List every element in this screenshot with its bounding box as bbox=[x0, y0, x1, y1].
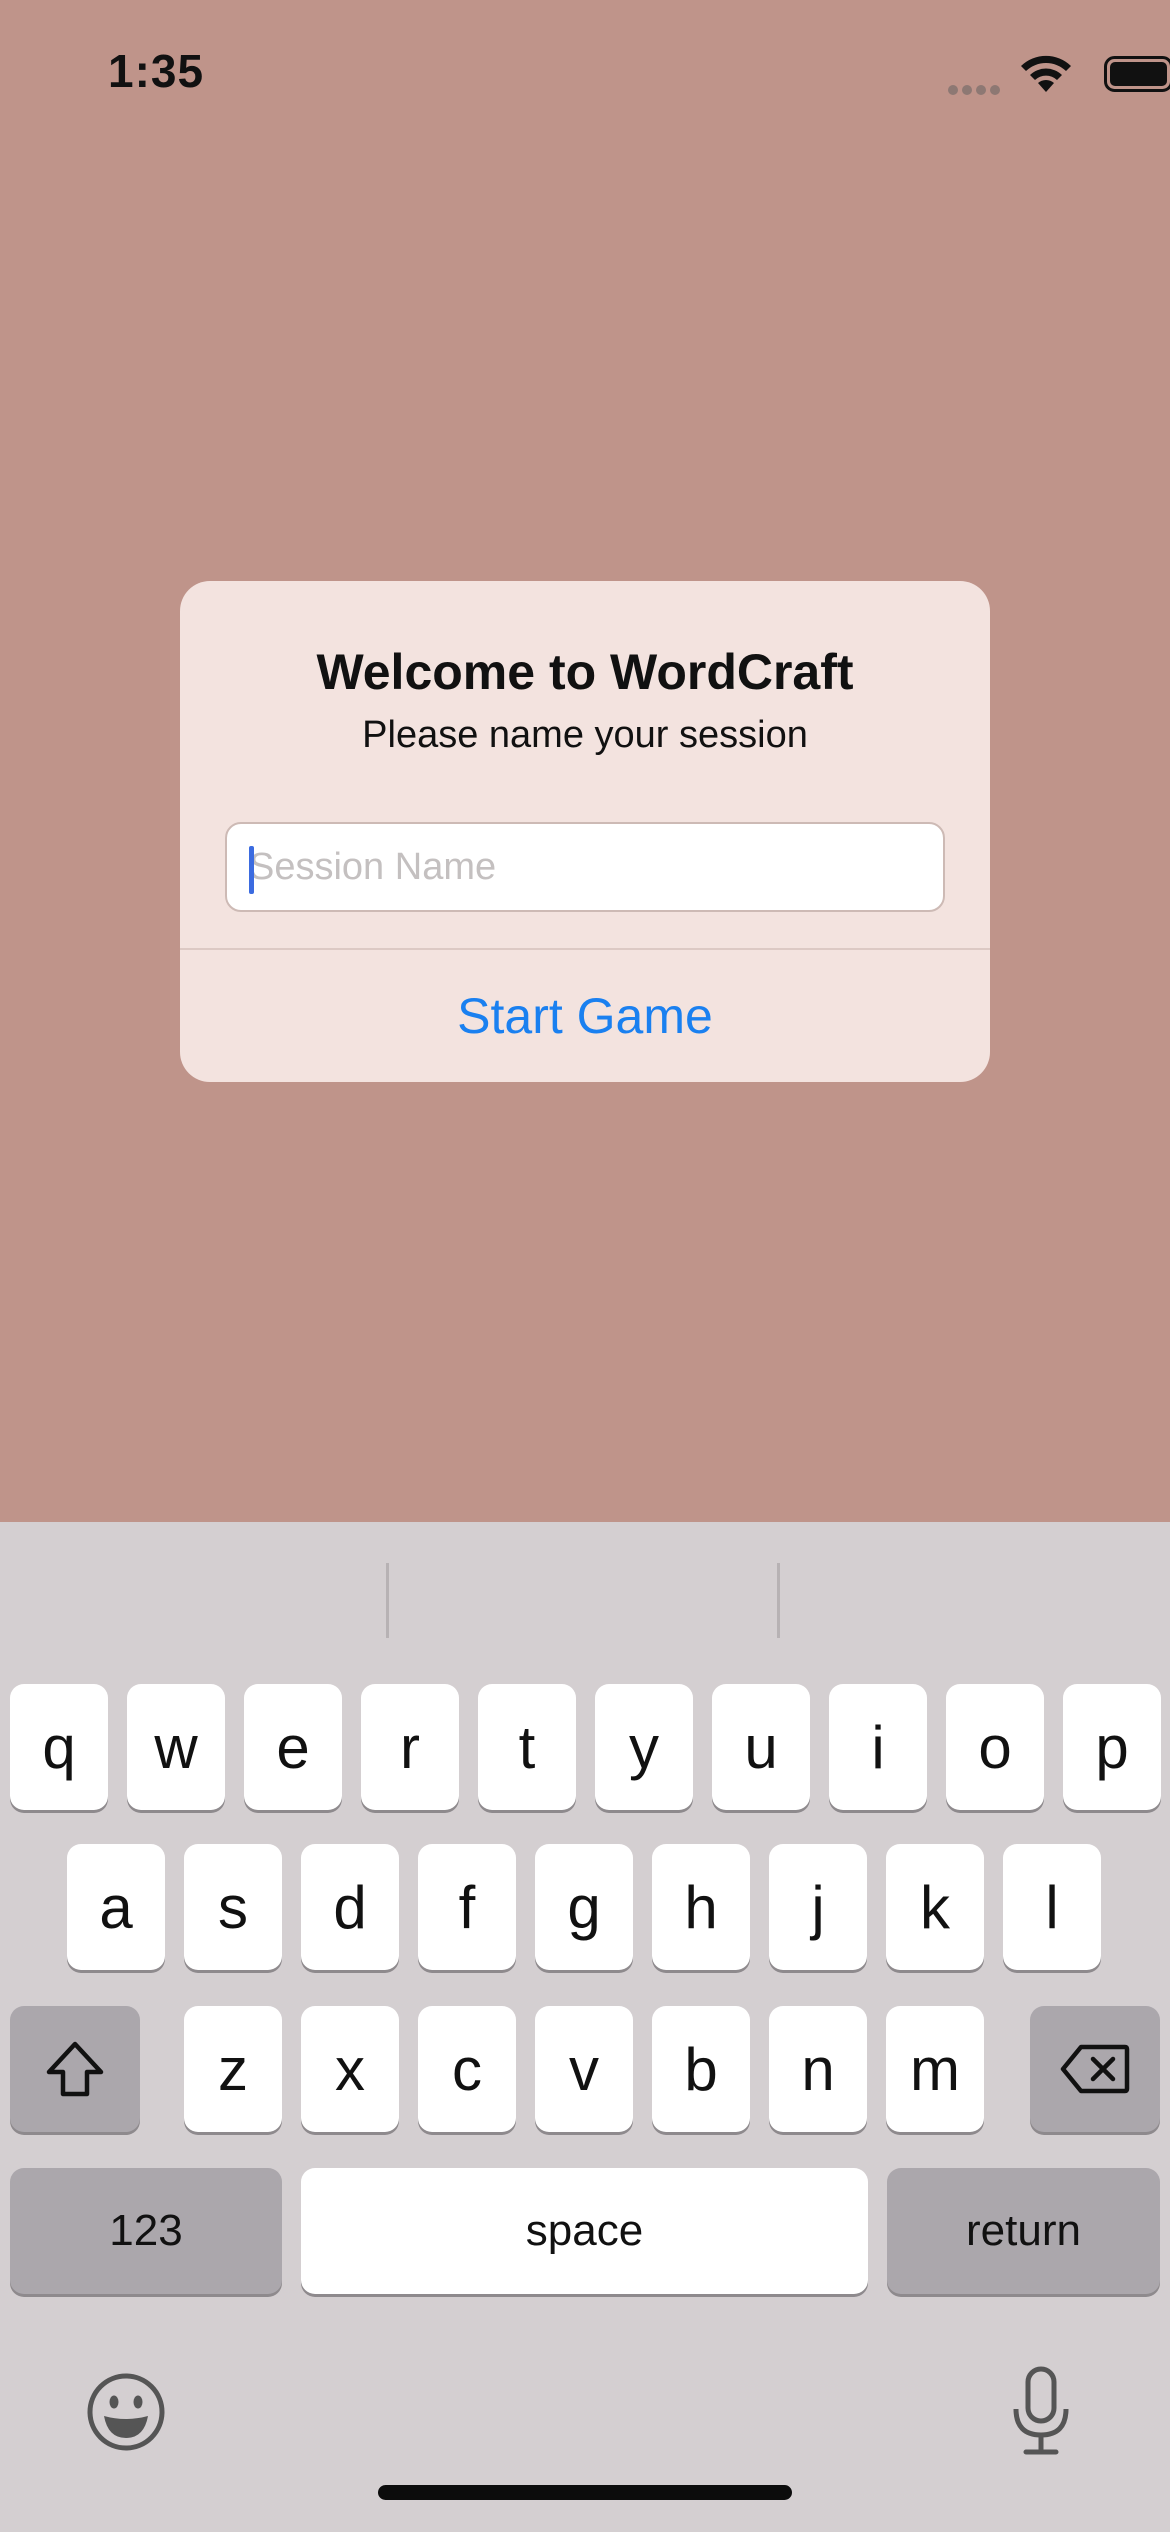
key-c[interactable]: c bbox=[418, 2006, 516, 2132]
text-cursor bbox=[249, 846, 254, 894]
key-j[interactable]: j bbox=[769, 1844, 867, 1970]
session-name-input[interactable] bbox=[227, 824, 943, 910]
wifi-icon bbox=[1021, 55, 1071, 92]
key-z[interactable]: z bbox=[184, 2006, 282, 2132]
key-r[interactable]: r bbox=[361, 1684, 459, 1810]
key-i[interactable]: i bbox=[829, 1684, 927, 1810]
dialog-title: Welcome to WordCraft bbox=[316, 644, 854, 700]
space-key[interactable]: space bbox=[301, 2168, 868, 2294]
key-e[interactable]: e bbox=[244, 1684, 342, 1810]
shift-key[interactable] bbox=[10, 2006, 140, 2132]
start-game-button[interactable]: Start Game bbox=[180, 950, 990, 1082]
delete-key[interactable] bbox=[1030, 2006, 1160, 2132]
key-l[interactable]: l bbox=[1003, 1844, 1101, 1970]
status-time: 1:35 bbox=[108, 45, 205, 97]
key-t[interactable]: t bbox=[478, 1684, 576, 1810]
return-key[interactable]: return bbox=[887, 2168, 1160, 2294]
emoji-icon[interactable] bbox=[86, 2372, 166, 2452]
shift-icon bbox=[46, 2041, 104, 2097]
key-b[interactable]: b bbox=[652, 2006, 750, 2132]
welcome-dialog: Welcome to WordCraft Please name your se… bbox=[180, 581, 990, 1082]
numbers-key[interactable]: 123 bbox=[10, 2168, 282, 2294]
key-n[interactable]: n bbox=[769, 2006, 867, 2132]
key-o[interactable]: o bbox=[946, 1684, 1044, 1810]
key-s[interactable]: s bbox=[184, 1844, 282, 1970]
prediction-separator bbox=[777, 1563, 780, 1638]
keyboard: q w e r t y u i o p a s d f g h j k l z … bbox=[0, 1522, 1170, 2532]
microphone-icon[interactable] bbox=[1010, 2365, 1072, 2457]
key-m[interactable]: m bbox=[886, 2006, 984, 2132]
key-v[interactable]: v bbox=[535, 2006, 633, 2132]
key-y[interactable]: y bbox=[595, 1684, 693, 1810]
session-name-field-container bbox=[225, 822, 945, 912]
home-indicator[interactable] bbox=[378, 2485, 792, 2500]
key-w[interactable]: w bbox=[127, 1684, 225, 1810]
key-f[interactable]: f bbox=[418, 1844, 516, 1970]
dialog-subtitle: Please name your session bbox=[362, 714, 808, 756]
key-k[interactable]: k bbox=[886, 1844, 984, 1970]
key-d[interactable]: d bbox=[301, 1844, 399, 1970]
prediction-separator bbox=[386, 1563, 389, 1638]
delete-icon bbox=[1060, 2044, 1130, 2094]
cellular-signal-icon bbox=[948, 82, 1004, 95]
key-a[interactable]: a bbox=[67, 1844, 165, 1970]
key-g[interactable]: g bbox=[535, 1844, 633, 1970]
key-p[interactable]: p bbox=[1063, 1684, 1161, 1810]
battery-icon bbox=[1104, 56, 1170, 92]
key-u[interactable]: u bbox=[712, 1684, 810, 1810]
key-h[interactable]: h bbox=[652, 1844, 750, 1970]
key-q[interactable]: q bbox=[10, 1684, 108, 1810]
key-x[interactable]: x bbox=[301, 2006, 399, 2132]
